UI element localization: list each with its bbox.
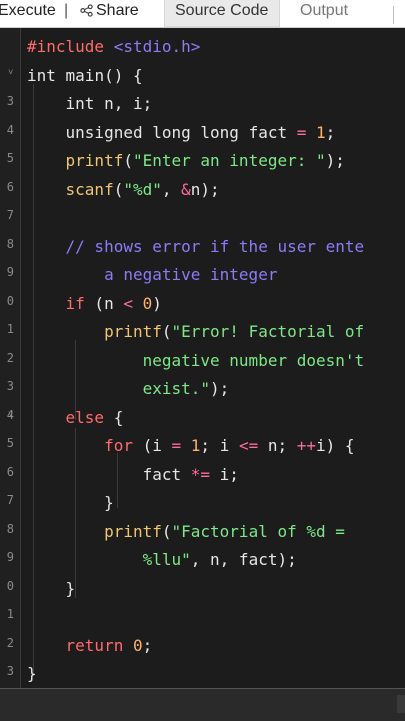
share-label: Share [96, 2, 139, 19]
code-line[interactable]: printf("Factorial of %d = [27, 518, 345, 546]
code-line[interactable]: negative number doesn't [27, 347, 365, 375]
code-editor[interactable]: 3456789012345678901234˅˅ #include <stdio… [0, 28, 405, 688]
code-line[interactable]: // shows error if the user ente [27, 233, 365, 261]
code-line[interactable]: } [27, 575, 76, 603]
scrollbar[interactable] [397, 695, 405, 713]
code-line[interactable]: printf("Enter an integer: "); [27, 147, 345, 175]
code-line[interactable]: int n, i; [27, 90, 153, 118]
code-line[interactable]: int main() { [27, 62, 143, 90]
execute-button[interactable]: Execute [0, 0, 56, 27]
code-line[interactable]: fact *= i; [27, 461, 239, 489]
code-line[interactable]: %llu", n, fact); [27, 546, 297, 574]
code-line[interactable]: scanf("%d", &n); [27, 176, 220, 204]
code-line[interactable]: } [27, 660, 37, 688]
toolbar-separator: | [64, 2, 69, 19]
code-line[interactable]: exist."); [27, 375, 230, 403]
share-button[interactable]: Share [80, 0, 139, 27]
code-content[interactable]: #include <stdio.h> int main() { int n, i;… [0, 28, 405, 688]
code-line[interactable]: #include <stdio.h> [27, 33, 200, 61]
share-icon [80, 4, 93, 17]
code-line[interactable]: printf("Error! Factorial of [27, 318, 364, 346]
code-line[interactable]: for (i = 1; i <= n; ++i) { [27, 432, 354, 460]
code-line[interactable]: a negative integer [27, 261, 277, 289]
editor-toolbar: Execute | Share Source Code Output [0, 0, 405, 28]
toolbar-divider [393, 6, 394, 24]
code-line[interactable]: else { [27, 404, 124, 432]
code-line[interactable]: unsigned long long fact = 1; [27, 119, 336, 147]
code-line[interactable]: return 0; [27, 632, 153, 660]
code-line[interactable]: } [27, 489, 114, 517]
editor-footer [0, 688, 405, 721]
code-line[interactable]: if (n < 0) [27, 290, 162, 318]
tab-source-code[interactable]: Source Code [164, 0, 280, 27]
tab-output[interactable]: Output [290, 0, 365, 27]
